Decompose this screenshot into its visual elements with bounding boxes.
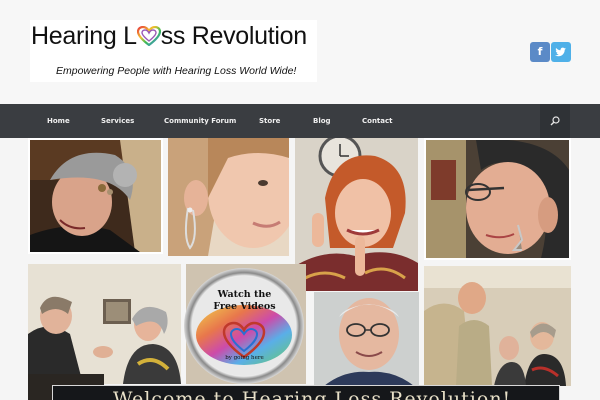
badge-line-1: Watch the (217, 289, 272, 300)
collage-photo-girl-ear (168, 138, 289, 256)
facebook-label: f (537, 45, 543, 58)
site-tagline: Empowering People with Hearing Loss Worl… (56, 65, 297, 77)
site-title: Hearing L ss Revolution (31, 22, 307, 51)
twitter-bird-glyph (555, 47, 566, 57)
watch-free-videos-badge[interactable]: Watch the Free Videos by going here (182, 265, 307, 387)
site-title-end: ss Revolution (160, 22, 307, 50)
search-icon (550, 116, 560, 126)
badge-line-2: Free Videos (213, 301, 276, 312)
collage-photo-woman-glasses (424, 138, 571, 260)
nav-contact[interactable]: Contact (362, 104, 393, 138)
nav-community-forum[interactable]: Community Forum (164, 104, 236, 138)
site-header: Hearing L ss Revolution Empowering Peopl… (0, 0, 600, 104)
welcome-banner-text: Welcome to Hearing Loss Revolution! (113, 388, 512, 400)
collage-photo-older-man (314, 292, 419, 386)
rainbow-heart-icon (136, 24, 161, 47)
badge-line-3: by going here (225, 355, 264, 361)
collage-photo-woman-pointing (295, 138, 418, 291)
main-navigation: Home Services Community Forum Store Blog… (0, 104, 600, 138)
collage-photo-woman-profile (28, 138, 163, 254)
nav-blog[interactable]: Blog (313, 104, 331, 138)
nav-search-button[interactable] (540, 104, 570, 138)
page: Hearing L ss Revolution Empowering Peopl… (0, 0, 600, 400)
welcome-banner: Welcome to Hearing Loss Revolution! (52, 385, 560, 400)
nav-services[interactable]: Services (101, 104, 134, 138)
twitter-icon[interactable]: t (551, 42, 571, 62)
nav-store[interactable]: Store (259, 104, 280, 138)
site-logo[interactable]: Hearing L ss Revolution Empowering Peopl… (30, 20, 317, 82)
facebook-icon[interactable]: f (530, 42, 550, 62)
collage-photo-women-talking (28, 264, 181, 384)
nav-home[interactable]: Home (47, 104, 70, 138)
site-title-start: Hearing L (31, 22, 137, 50)
collage-photo-event-crowd (424, 266, 571, 386)
